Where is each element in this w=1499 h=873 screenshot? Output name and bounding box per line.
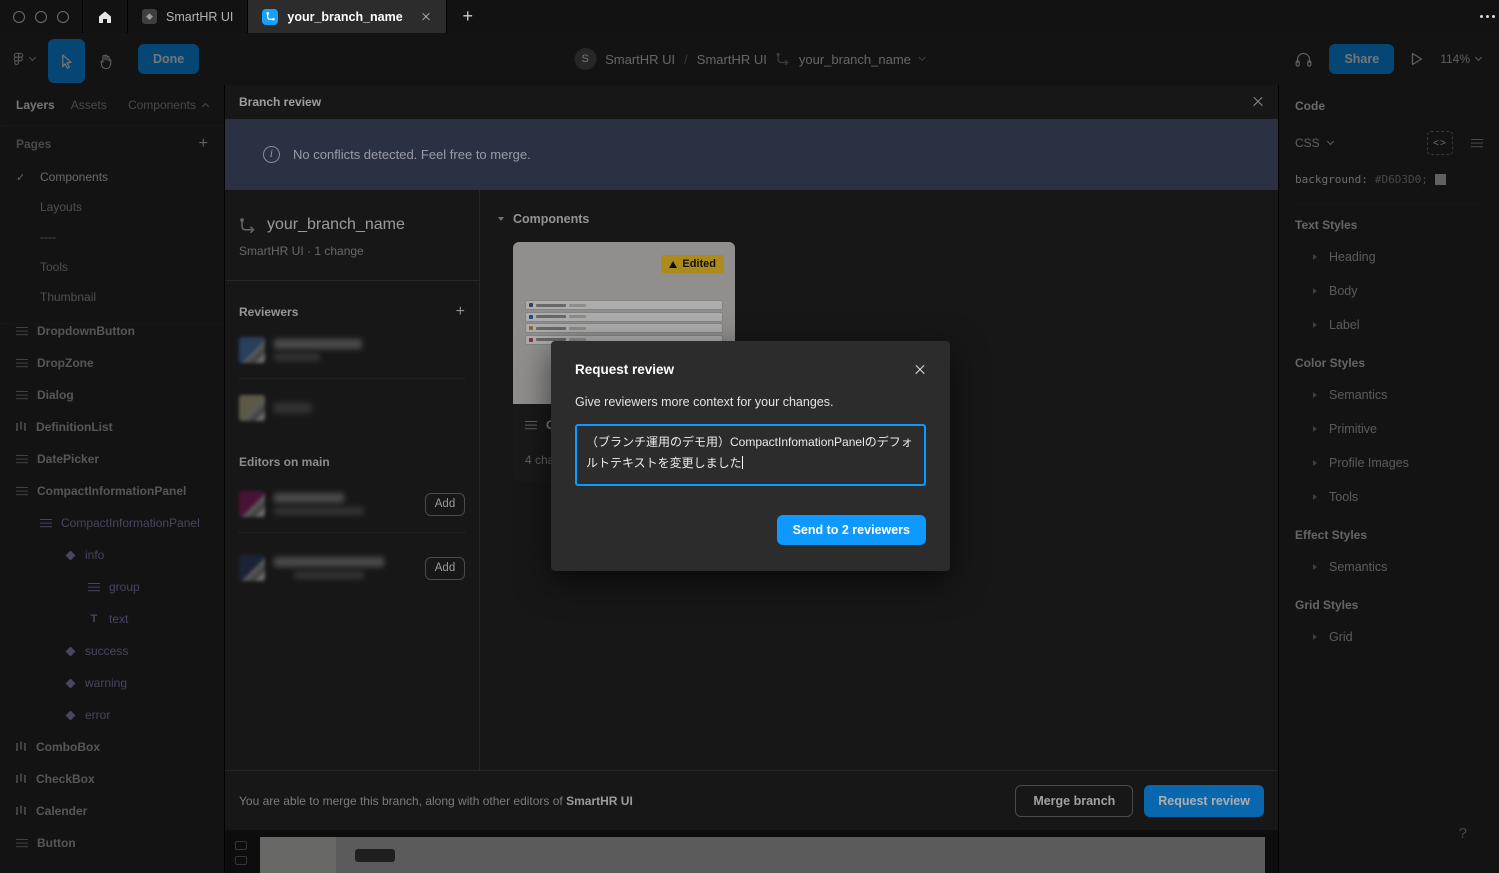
tab-label: your_branch_name [287, 10, 402, 24]
review-context-textarea[interactable]: （ブランチ運用のデモ用）CompactInfomationPanelのデフォルト… [575, 424, 926, 486]
tab-your-branch-name[interactable]: your_branch_name [248, 0, 446, 33]
figma-file-icon: ◆ [142, 9, 157, 24]
new-tab-button[interactable]: + [447, 0, 489, 33]
window-close-button[interactable] [13, 11, 25, 23]
dialog-subtitle: Give reviewers more context for your cha… [575, 395, 926, 409]
close-icon[interactable] [914, 364, 926, 376]
text-caret [742, 456, 743, 469]
send-to-reviewers-button[interactable]: Send to 2 reviewers [777, 515, 926, 545]
home-button[interactable] [82, 0, 128, 33]
more-options-icon[interactable] [1480, 15, 1483, 18]
request-review-dialog: Request review Give reviewers more conte… [551, 341, 950, 571]
home-icon [97, 9, 113, 25]
window-tab-bar: ◆ SmartHR UI your_branch_name + [0, 0, 1499, 33]
tab-close-icon[interactable] [421, 12, 431, 22]
dialog-title: Request review [575, 362, 674, 377]
window-zoom-button[interactable] [57, 11, 69, 23]
window-controls[interactable] [0, 0, 82, 33]
window-minimize-button[interactable] [35, 11, 47, 23]
tab-label: SmartHR UI [166, 10, 233, 24]
branch-icon [262, 9, 278, 25]
tab-smarthr-ui[interactable]: ◆ SmartHR UI [128, 0, 248, 33]
textarea-value: （ブランチ運用のデモ用）CompactInfomationPanelのデフォルト… [586, 435, 913, 470]
